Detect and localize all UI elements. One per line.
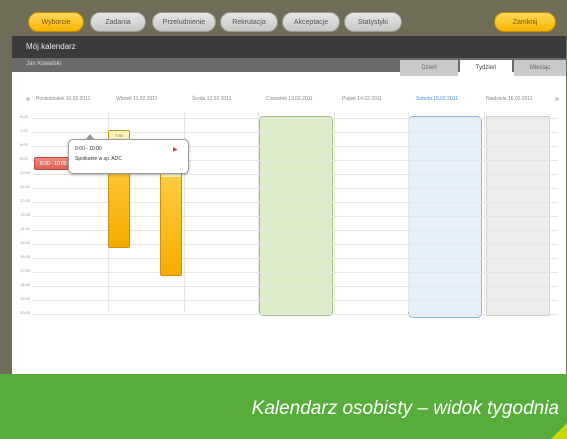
window-title-bar: Mój kalendarz	[12, 36, 566, 58]
prev-week-button[interactable]: «	[26, 96, 30, 103]
time-label: 9:00	[20, 156, 28, 161]
caption-band: Kalendarz osobisty – widok tygodnia	[0, 374, 567, 439]
event-red-label: 8:30 - 10:00	[40, 161, 67, 167]
grid-line	[32, 300, 558, 301]
play-icon[interactable]: ▶	[173, 146, 178, 153]
popup-tail	[85, 134, 95, 140]
day-divider	[334, 112, 335, 312]
event-popup[interactable]: 9:00 - 10:00 Spotkanie w sp. ADC ▶	[68, 134, 189, 174]
day-header[interactable]: Czwartek 13.02.2011	[266, 96, 313, 102]
grid-line	[32, 286, 558, 287]
tab-akceptacje[interactable]: Akceptacje	[282, 12, 340, 32]
day-header[interactable]: Piątek 14.02.2011	[342, 96, 382, 102]
close-button[interactable]: Zamknij	[494, 12, 556, 32]
time-label: 17:00	[20, 268, 31, 273]
day-divider	[484, 112, 485, 312]
tab-statystyki[interactable]: Statystyki	[344, 12, 402, 32]
time-label: 7:00	[20, 128, 28, 133]
time-label: 20:00	[20, 310, 31, 315]
time-label: 15:00	[20, 240, 31, 245]
tab-rekrutacja[interactable]: Rekrutacja	[220, 12, 278, 32]
time-label: 11:00	[20, 184, 30, 189]
time-label: 13:00	[20, 212, 31, 217]
popup-time: 9:00 - 10:00	[75, 146, 102, 152]
user-name: Jan Kowalski	[26, 61, 62, 67]
view-tab-month[interactable]: Miesiąc	[514, 60, 566, 76]
tab-wyborcie[interactable]: Wyborcie	[28, 12, 84, 32]
grid-line	[32, 118, 558, 119]
view-tab-week[interactable]: Tydzień	[460, 60, 512, 76]
day-header[interactable]: Wtorek 11.02.2011	[116, 96, 158, 102]
day-header[interactable]: Niedziela 16.02.2011	[486, 96, 533, 102]
tab-przeludnienie[interactable]: Przeludnienie	[152, 12, 216, 32]
tab-zadania[interactable]: Zadania	[90, 12, 146, 32]
next-week-button[interactable]: »	[555, 96, 559, 103]
page-title: Mój kalendarz	[26, 42, 76, 51]
time-label: 14:00	[20, 226, 31, 231]
time-label: 6:00	[20, 114, 28, 119]
day-header[interactable]: Środa 12.02.2011	[192, 96, 231, 102]
day-divider	[258, 112, 259, 312]
event-block[interactable]: 9:30 10:00	[160, 158, 182, 276]
view-tab-day[interactable]: Dzień	[400, 60, 458, 76]
time-label: 8:00	[20, 142, 28, 147]
caption: Kalendarz osobisty – widok tygodnia	[251, 398, 559, 419]
time-label: 10:00	[20, 170, 31, 175]
day-header-today[interactable]: Sobota 15.02.2011	[416, 96, 458, 102]
day-header[interactable]: Poniedziałek 10.02.2011	[36, 96, 90, 102]
day-divider	[408, 112, 409, 312]
grid-line	[32, 272, 558, 273]
time-label: 16:00	[20, 254, 31, 259]
top-nav-bar: Wyborcie Zadania Przeludnienie Rekrutacj…	[10, 8, 558, 36]
corner-triangle	[551, 423, 567, 439]
calendar-window: Mój kalendarz Jan Kowalski Dzień Tydzień…	[12, 36, 566, 376]
time-label: 12:00	[20, 198, 31, 203]
grid-line	[32, 314, 558, 315]
time-label: 19:00	[20, 296, 31, 301]
popup-title: Spotkanie w sp. ADC	[75, 156, 122, 162]
time-label: 18:00	[20, 282, 31, 287]
grid-line	[32, 258, 558, 259]
